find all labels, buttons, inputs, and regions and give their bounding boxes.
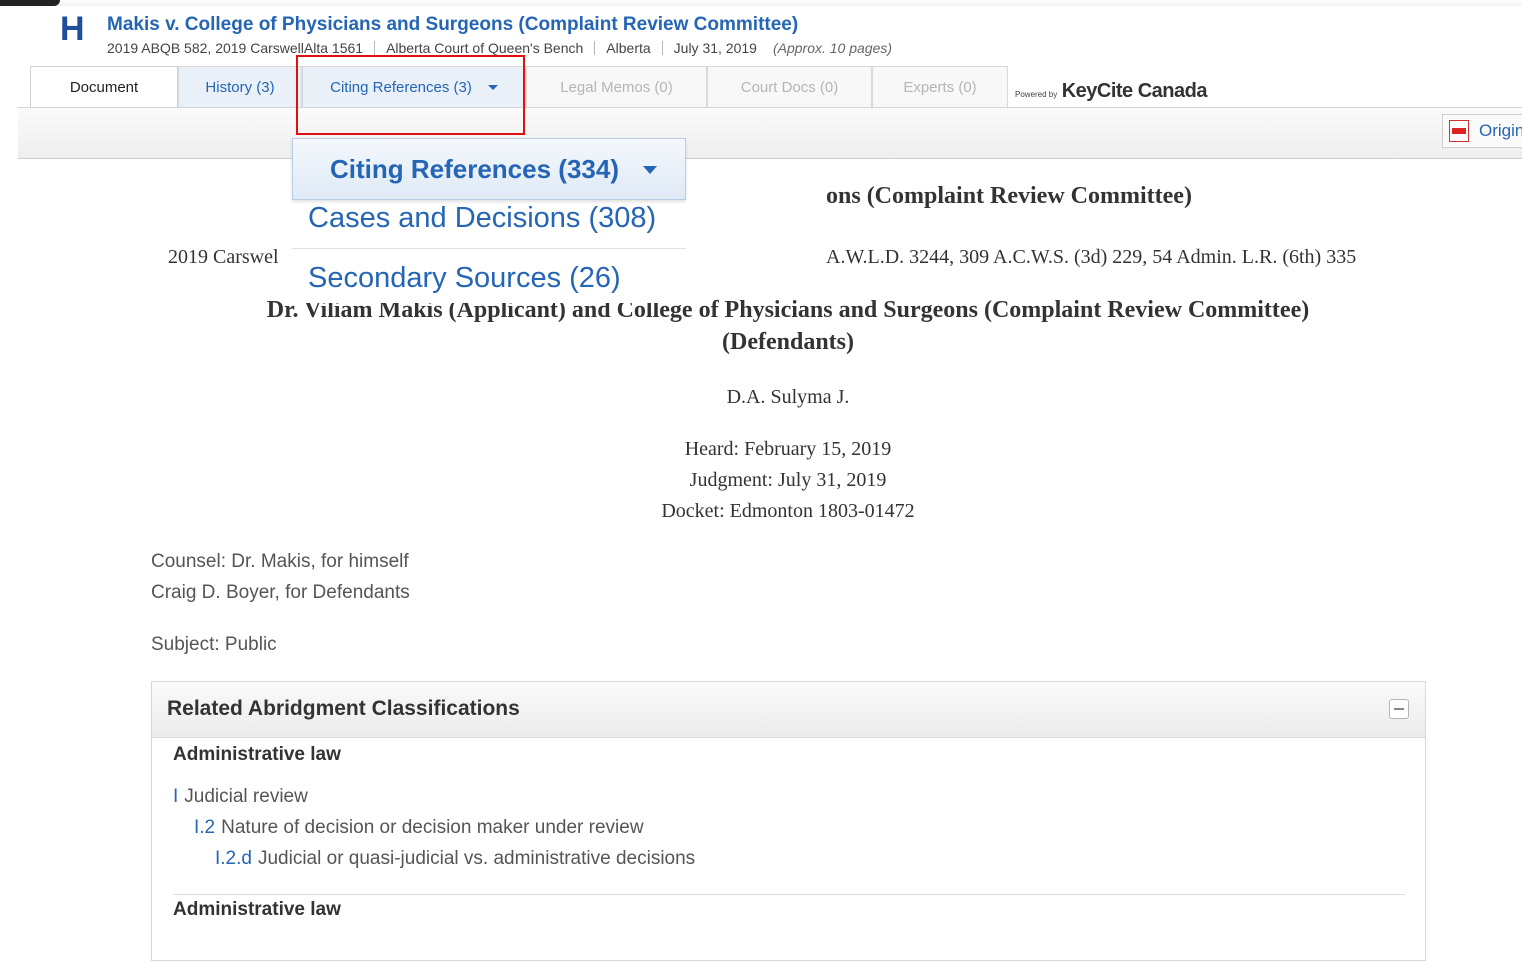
- meta-divider: [594, 41, 596, 55]
- classification-text: Judicial review: [184, 786, 308, 807]
- top-strip: [0, 0, 1522, 6]
- collapse-icon[interactable]: [1389, 699, 1409, 719]
- classification-code: I.2: [194, 817, 216, 838]
- counsel-line: Counsel: Dr. Makis, for himself: [151, 551, 409, 572]
- tab-history[interactable]: History (3): [178, 66, 302, 108]
- panel-header: Related Abridgment Classifications: [152, 682, 1425, 738]
- page-count: (Approx. 10 pages): [772, 40, 893, 56]
- classification-link[interactable]: I.2.d Judicial or quasi-judicial vs. admi…: [215, 848, 695, 870]
- tab-court-docs[interactable]: Court Docs (0): [707, 66, 872, 108]
- counsel-line: Craig D. Boyer, for Defendants: [151, 582, 410, 603]
- dropdown-header[interactable]: Citing References (334): [292, 138, 686, 200]
- related-abridgment-panel: Related Abridgment Classifications Admin…: [151, 681, 1426, 961]
- pdf-icon: [1449, 120, 1469, 142]
- meta-divider: [374, 41, 376, 55]
- citing-references-dropdown: Citing References (334) Cases and Decisi…: [292, 138, 686, 303]
- decision-date: July 31, 2019: [673, 40, 757, 56]
- original-image-label: Origin: [1479, 121, 1522, 140]
- original-image-button[interactable]: Origin: [1442, 114, 1522, 148]
- judge-name: D.A. Sulyma J.: [726, 386, 850, 408]
- keycite-logo: Powered by KeyCite Canada: [1015, 80, 1207, 103]
- classification-link[interactable]: I Judicial review: [173, 786, 308, 808]
- panel-title: Related Abridgment Classifications: [167, 697, 520, 720]
- parties-heading: Dr. Viliam Makis (Applicant) and College…: [266, 297, 1310, 355]
- case-meta: 2019 ABQB 582, 2019 CarswellAlta 1561 Alb…: [107, 40, 892, 56]
- highlight-box: [296, 55, 525, 135]
- dropdown-item-cases[interactable]: Cases and Decisions (308): [308, 202, 656, 235]
- jurisdiction: Alberta: [606, 40, 651, 56]
- section-divider: [173, 894, 1405, 895]
- classification-code: I: [173, 786, 179, 807]
- tab-document[interactable]: Document: [30, 66, 178, 108]
- dropdown-divider: [292, 248, 686, 249]
- document-toolbar: [18, 107, 1522, 159]
- docket-number: Docket: Edmonton 1803-01472: [661, 500, 915, 522]
- document-citation-left: 2019 Carswel: [168, 246, 279, 268]
- citation: 2019 ABQB 582, 2019 CarswellAlta 1561: [107, 40, 364, 56]
- tab-legal-memos[interactable]: Legal Memos (0): [526, 66, 707, 108]
- top-strip-dark: [0, 0, 60, 6]
- meta-divider: [661, 41, 663, 55]
- dropdown-item-secondary-sources[interactable]: Secondary Sources (26): [308, 262, 621, 295]
- keycite-brand: KeyCite Canada: [1061, 80, 1208, 102]
- classification-section-title: Administrative law: [173, 899, 341, 920]
- judgment-date: Judgment: July 31, 2019: [689, 469, 887, 491]
- classification-text: Nature of decision or decision maker und…: [221, 817, 644, 838]
- document-citation-right: A.W.L.D. 3244, 309 A.C.W.S. (3d) 229, 54…: [826, 246, 1357, 268]
- dropdown-header-label: Citing References (334): [330, 154, 619, 184]
- classification-section-title: Administrative law: [173, 744, 341, 765]
- chevron-down-icon: [642, 166, 657, 174]
- logo-icon: H: [60, 10, 85, 48]
- document-title: ons (Complaint Review Committee): [826, 183, 1192, 209]
- keycite-powered-by: Powered by: [1015, 90, 1058, 99]
- tab-experts[interactable]: Experts (0): [872, 66, 1008, 108]
- classification-text: Judicial or quasi-judicial vs. administr…: [257, 848, 696, 869]
- classification-code: I.2.d: [215, 848, 252, 869]
- case-title: Makis v. College of Physicians and Surge…: [107, 14, 799, 35]
- heard-date: Heard: February 15, 2019: [684, 438, 892, 460]
- classification-link[interactable]: I.2 Nature of decision or decision maker …: [194, 817, 644, 839]
- court: Alberta Court of Queen's Bench: [386, 40, 584, 56]
- subject-line: Subject: Public: [151, 634, 277, 655]
